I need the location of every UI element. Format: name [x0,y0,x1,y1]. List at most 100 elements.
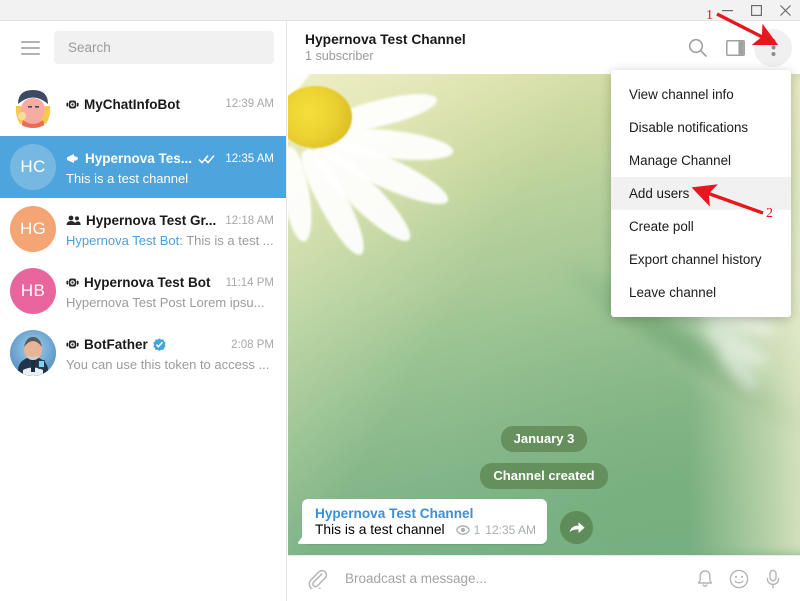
conversation-header: Hypernova Test Channel 1 subscriber [288,21,800,74]
emoji-button[interactable] [722,562,756,596]
channel-options-menu: View channel info Disable notifications … [611,70,791,317]
chat-item-preview: You can use this token to access ... [66,357,274,372]
chat-item-preview: Hypernova Test Bot: This is a test ... [66,233,274,248]
page-title: Hypernova Test Channel [305,32,678,47]
chat-item-body: MyChatInfoBot 12:39 AM [56,94,274,116]
more-vertical-icon [771,38,776,57]
service-message: Channel created [288,463,800,489]
maximize-button[interactable] [742,0,771,20]
search-icon [688,38,707,57]
panel-toggle-button[interactable] [716,29,754,67]
attach-button[interactable] [300,562,334,596]
chat-item-preview: Hypernova Test Post Lorem ipsu... [66,295,274,310]
channel-megaphone-icon [66,153,80,165]
search-button[interactable] [678,29,716,67]
avatar-initials: HG [20,219,46,239]
chat-item-time: 11:14 PM [222,277,274,289]
menu-item-export-channel-history[interactable]: Export channel history [611,243,791,276]
view-count: 1 [456,523,481,537]
message-input[interactable]: Broadcast a message... [334,559,688,599]
search-input[interactable]: Search [54,31,274,64]
chat-list-item[interactable]: HB Hypernova Test [0,260,286,322]
chat-list-item[interactable]: HG Hypernova Test Gr... [0,198,286,260]
chat-list: MyChatInfoBot 12:39 AM HC [0,74,286,384]
avatar [10,330,56,376]
message-text: This is a test channel [315,522,445,537]
chat-list-item[interactable]: BotFather 2:08 PM You can use this token… [0,322,286,384]
chat-item-time: 12:18 AM [221,215,274,227]
panel-toggle-icon [726,39,745,57]
group-people-icon [66,215,81,226]
notifications-toggle-button[interactable] [688,562,722,596]
paperclip-icon [307,569,327,589]
title-bar [0,0,800,21]
menu-item-leave-channel[interactable]: Leave channel [611,276,791,309]
chat-item-name: BotFather [84,337,148,352]
telegram-desktop-window: Search [0,0,800,601]
avatar-initials: HB [21,281,45,301]
message-composer: Broadcast a message... [288,555,800,601]
avatar: HG [10,206,56,252]
menu-item-manage-channel[interactable]: Manage Channel [611,144,791,177]
menu-item-disable-notifications[interactable]: Disable notifications [611,111,791,144]
avatar-image-botfather [10,330,56,376]
menu-item-create-poll[interactable]: Create poll [611,210,791,243]
chat-item-preview-sender: Hypernova Test Bot: [66,233,183,248]
chat-item-name: Hypernova Tes... [85,151,192,166]
avatar: HB [10,268,56,314]
sidebar: Search [0,21,287,601]
chat-item-time: 2:08 PM [227,339,274,351]
chat-item-name: Hypernova Test Bot [84,275,211,290]
share-arrow-icon [568,520,586,536]
date-divider: January 3 [288,426,800,452]
chat-item-preview: This is a test channel [66,171,274,186]
chat-item-body: BotFather 2:08 PM You can use this token… [56,335,274,372]
avatar [10,82,56,128]
bot-icon [66,339,79,350]
hamburger-menu-icon[interactable] [16,34,44,62]
avatar: HC [10,144,56,190]
chat-item-body: Hypernova Test Bot 11:14 PM Hypernova Te… [56,273,274,310]
date-divider-label: January 3 [501,426,588,452]
microphone-icon [765,569,781,589]
message-meta: 1 12:35 AM [456,523,536,537]
chat-item-time: 12:35 AM [221,153,274,165]
conversation-titles[interactable]: Hypernova Test Channel 1 subscriber [305,32,678,63]
close-icon [780,5,791,16]
eye-icon [456,525,470,535]
subscriber-count: 1 subscriber [305,49,678,63]
avatar-initials: HC [20,157,45,177]
bell-icon [696,569,714,588]
message-input-placeholder: Broadcast a message... [345,571,487,586]
search-row: Search [0,21,286,74]
bot-icon [66,277,79,288]
maximize-icon [751,5,762,16]
message-time: 12:35 AM [485,523,536,537]
chat-item-name: Hypernova Test Gr... [86,213,216,228]
bot-icon [66,99,79,110]
service-message-label: Channel created [480,463,607,489]
share-button[interactable] [560,511,593,544]
chat-list-item-selected[interactable]: HC Hypernova Tes... [0,136,286,198]
message-bubble[interactable]: Hypernova Test Channel This is a test ch… [302,499,547,544]
minimize-icon [722,5,733,16]
search-placeholder: Search [68,40,111,55]
chat-item-time: 12:39 AM [221,98,274,110]
more-options-button[interactable] [754,29,792,67]
voice-record-button[interactable] [756,562,790,596]
menu-item-view-channel-info[interactable]: View channel info [611,78,791,111]
message-row: Hypernova Test Channel This is a test ch… [302,499,593,544]
chat-list-item[interactable]: MyChatInfoBot 12:39 AM [0,74,286,136]
double-check-icon [198,154,216,164]
avatar-image-mychatinfobot [10,82,56,128]
close-button[interactable] [771,0,800,20]
chat-item-body: Hypernova Test Gr... 12:18 AM Hypernova … [56,211,274,248]
chat-item-name: MyChatInfoBot [84,97,180,112]
menu-item-add-users[interactable]: Add users [611,177,791,210]
minimize-button[interactable] [713,0,742,20]
chat-item-body: Hypernova Tes... 12:35 AM This is a test… [56,149,274,186]
view-count-value: 1 [474,523,481,537]
emoji-smiley-icon [729,569,749,589]
message-author: Hypernova Test Channel [315,506,536,521]
verified-badge-icon [153,338,166,351]
